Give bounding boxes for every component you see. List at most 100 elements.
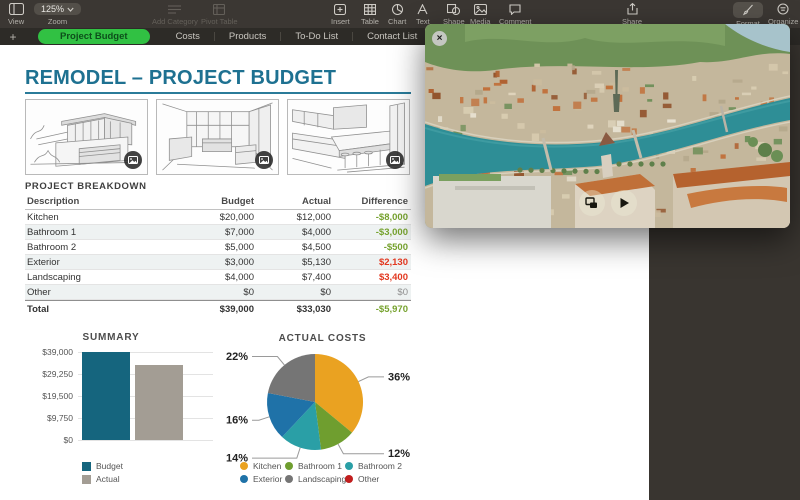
cell-actual: $5,130	[257, 257, 334, 268]
pie-legend-item: Exterior	[240, 474, 282, 484]
add-category-icon	[168, 2, 181, 16]
image-badge-icon[interactable]	[255, 151, 273, 169]
table-row[interactable]: Bathroom 2$5,000$4,500-$500	[25, 240, 411, 255]
y-axis-tick-label: $39,000	[25, 347, 73, 357]
cell-difference: $2,130	[334, 257, 411, 268]
pie-label-leader-line	[252, 448, 300, 458]
cell-actual: $7,400	[257, 272, 334, 283]
bar-legend-item: Actual	[82, 474, 120, 484]
pie-percent-label: 12%	[388, 448, 410, 460]
legend-label: Bathroom 1	[298, 461, 342, 471]
legend-label: Actual	[96, 474, 120, 484]
image-badge-icon[interactable]	[124, 151, 142, 169]
cell-actual: $0	[257, 287, 334, 298]
legend-label: Exterior	[253, 474, 282, 484]
cell-budget: $0	[180, 287, 257, 298]
video-overlay-window[interactable]: ×	[425, 24, 790, 228]
table-icon	[364, 2, 376, 16]
y-axis-tick-label: $9,750	[25, 413, 73, 423]
column-header: Description	[25, 196, 180, 207]
cell-actual: $4,500	[257, 242, 334, 253]
numbers-app-window: View 125% Zoom Add CategoryPivot Table Inser…	[0, 0, 800, 500]
summary-bar-chart[interactable]: SUMMARY$39,000$29,250$19,500$9,750$0Budg…	[25, 330, 217, 495]
cell-difference: -$500	[334, 242, 411, 253]
pie-percent-label: 22%	[226, 351, 248, 363]
toolbar-view-button[interactable]: View	[8, 2, 24, 26]
bar-budget[interactable]	[82, 352, 130, 440]
legend-swatch	[82, 462, 91, 471]
pie-legend-item: Other	[345, 474, 379, 484]
table-header-row: DescriptionBudgetActualDifference	[25, 193, 411, 210]
sidebar-icon	[9, 2, 24, 16]
toolbar-text-button[interactable]: Text	[416, 2, 430, 26]
cell-difference: -$8,000	[334, 212, 411, 223]
table-row[interactable]: Exterior$3,000$5,130$2,130	[25, 255, 411, 270]
media-swap-icon[interactable]	[579, 190, 605, 216]
legend-dot	[240, 475, 248, 483]
table-row[interactable]: Bathroom 1$7,000$4,000-$3,000	[25, 225, 411, 240]
toolbar-pivot-table-label: Pivot Table	[201, 17, 238, 26]
toolbar-share-button[interactable]: Share	[622, 2, 642, 26]
cell-budget: $5,000	[180, 242, 257, 253]
image-badge-icon[interactable]	[386, 151, 404, 169]
house-exterior-sketch[interactable]	[25, 99, 148, 175]
cell-description: Exterior	[25, 257, 180, 268]
table-row[interactable]: Kitchen$20,000$12,000-$8,000	[25, 210, 411, 225]
toolbar-insert-button[interactable]: Insert	[331, 2, 350, 26]
cell-actual: $4,000	[257, 227, 334, 238]
toolbar-chart-button[interactable]: Chart	[388, 2, 406, 26]
tab-contact-list[interactable]: Contact List	[353, 30, 431, 43]
project-breakdown-table[interactable]: DescriptionBudgetActualDifferenceKitchen…	[25, 193, 411, 317]
toolbar-zoom-label: Zoom	[48, 17, 67, 26]
zoom-level-control[interactable]: 125%	[34, 3, 81, 15]
pie-percent-label: 36%	[388, 371, 410, 383]
cell-budget: $39,000	[180, 304, 257, 315]
table-row[interactable]: Other$0$0$0	[25, 285, 411, 300]
toolbar-table-button[interactable]: Table	[361, 2, 379, 26]
pie-percent-label: 16%	[226, 415, 248, 427]
cell-description: Other	[25, 287, 180, 298]
close-icon[interactable]: ×	[432, 31, 447, 46]
sketch-image-row	[25, 99, 411, 175]
legend-label: Bathroom 2	[358, 461, 402, 471]
column-header: Budget	[180, 196, 257, 207]
column-header: Difference	[334, 196, 411, 207]
tab-project-budget[interactable]: Project Budget	[38, 29, 150, 44]
toolbar-pivot-table-button: Pivot Table	[201, 2, 238, 26]
tab-costs[interactable]: Costs	[162, 30, 214, 43]
media-icon	[474, 2, 487, 16]
page-title[interactable]: REMODEL – PROJECT BUDGET	[25, 67, 336, 90]
add-sheet-button[interactable]: +	[0, 30, 26, 44]
y-axis-tick-label: $29,250	[25, 369, 73, 379]
toolbar-organize-button[interactable]: Organize	[768, 2, 798, 26]
legend-label: Landscaping	[298, 474, 346, 484]
interior-room-sketch[interactable]	[156, 99, 279, 175]
cell-description: Total	[25, 304, 180, 315]
toolbar-insert-label: Insert	[331, 17, 350, 26]
pie-label-leader-line	[252, 357, 284, 366]
table-total-row[interactable]: Total$39,000$33,030-$5,970	[25, 300, 411, 317]
pie-legend-item: Bathroom 2	[345, 461, 402, 471]
video-controls	[425, 190, 790, 216]
pie-legend-item: Kitchen	[240, 461, 281, 471]
toolbar-media-button[interactable]: Media	[470, 2, 490, 26]
cell-difference: $0	[334, 287, 411, 298]
legend-swatch	[82, 475, 91, 484]
shape-icon	[447, 2, 460, 16]
cell-actual: $33,030	[257, 304, 334, 315]
toolbar-comment-button[interactable]: Comment	[499, 2, 532, 26]
gridline	[78, 440, 213, 441]
toolbar-add-category-label: Add Category	[152, 17, 198, 26]
legend-dot	[240, 462, 248, 470]
toolbar-shape-button[interactable]: Shape	[443, 2, 465, 26]
actual-costs-pie-chart[interactable]: ACTUAL COSTS36%12%14%16%22%KitchenBathro…	[210, 330, 435, 495]
tab-products[interactable]: Products	[215, 30, 281, 43]
play-icon[interactable]	[611, 190, 637, 216]
table-row[interactable]: Landscaping$4,000$7,400$3,400	[25, 270, 411, 285]
legend-dot	[285, 475, 293, 483]
bar-actual[interactable]	[135, 365, 183, 440]
tab-to-do-list[interactable]: To-Do List	[281, 30, 352, 43]
kitchen-sketch[interactable]	[287, 99, 410, 175]
toolbar-zoom-button[interactable]: 125% Zoom	[34, 2, 81, 26]
organize-icon	[777, 2, 789, 16]
